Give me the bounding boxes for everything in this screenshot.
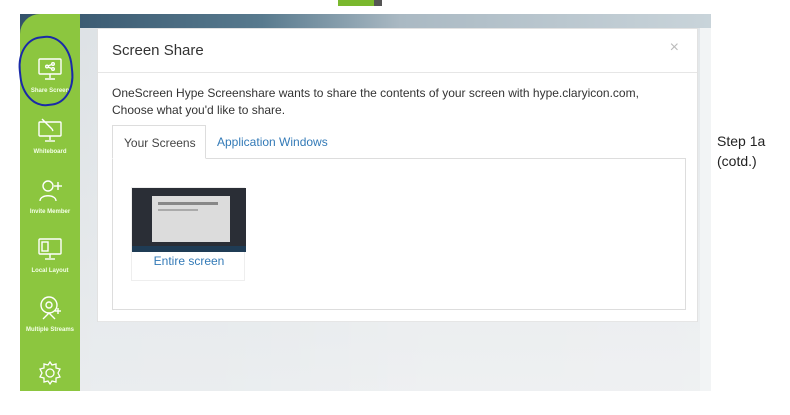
annotation-line-1: Step 1a <box>717 133 766 149</box>
sidebar-item-multiple-streams[interactable]: Multiple Streams <box>20 293 80 347</box>
sidebar-item-whiteboard[interactable]: Whiteboard <box>20 115 80 169</box>
sidebar: Share Screen Whiteboard Invite Member Lo… <box>20 14 80 391</box>
local-layout-icon <box>35 234 65 264</box>
dialog-header: Screen Share × <box>98 29 697 73</box>
sidebar-item-settings[interactable] <box>20 358 80 391</box>
close-button[interactable]: × <box>670 39 679 57</box>
top-tab-fragment <box>338 0 382 6</box>
share-screen-icon <box>35 54 65 84</box>
tab-your-screens[interactable]: Your Screens <box>112 125 206 159</box>
sidebar-item-invite-member[interactable]: Invite Member <box>20 175 80 229</box>
sidebar-item-label: Share Screen <box>30 88 70 94</box>
sidebar-item-label: Multiple Streams <box>25 327 74 333</box>
invite-member-icon <box>35 175 65 205</box>
whiteboard-icon <box>35 115 65 145</box>
thumbnail-taskbar <box>132 246 246 252</box>
screen-option-label: Entire screen <box>153 254 225 268</box>
screen-option-entire-screen[interactable]: Entire screen <box>131 187 246 281</box>
tab-application-windows[interactable]: Application Windows <box>206 125 339 159</box>
screen-thumbnail <box>132 188 246 252</box>
sidebar-item-label: Local Layout <box>31 268 69 274</box>
thumbnail-window <box>152 196 230 242</box>
dialog-title: Screen Share <box>112 42 204 59</box>
sidebar-item-label: Invite Member <box>29 209 71 215</box>
screen-share-dialog: Screen Share × OneScreen Hype Screenshar… <box>97 28 698 322</box>
sidebar-item-local-layout[interactable]: Local Layout <box>20 234 80 288</box>
gear-icon <box>35 358 65 388</box>
sidebar-item-share-screen[interactable]: Share Screen <box>20 54 80 108</box>
annotation-line-2: (cotd.) <box>717 153 757 169</box>
dialog-description: OneScreen Hype Screenshare wants to shar… <box>112 86 639 117</box>
dialog-footer <box>98 321 697 322</box>
step-annotation: Step 1a (cotd.) <box>717 131 765 171</box>
screens-panel: Entire screen <box>112 158 686 310</box>
sidebar-item-label: Whiteboard <box>33 149 67 155</box>
webcam-icon <box>35 293 65 323</box>
